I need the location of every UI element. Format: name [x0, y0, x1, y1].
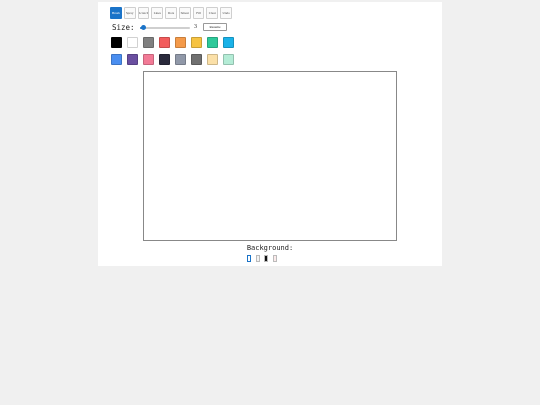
color-swatch[interactable] [191, 37, 202, 48]
background-options [247, 255, 287, 263]
color-swatch[interactable] [159, 54, 170, 65]
background-label: Background: [246, 244, 294, 252]
color-swatch[interactable] [223, 54, 234, 65]
tool-scratch-button[interactable]: Scratch [137, 7, 150, 19]
tool-dots-button[interactable]: Dots [165, 7, 177, 19]
color-swatch[interactable] [207, 54, 218, 65]
brush-size-row: Size: 3 Resume [110, 22, 232, 34]
size-value: 3 [194, 24, 197, 30]
background-option[interactable] [256, 255, 260, 262]
resume-button[interactable]: Resume [203, 23, 227, 31]
color-swatch[interactable] [223, 37, 234, 48]
size-slider-thumb[interactable] [140, 25, 146, 30]
size-slider[interactable] [140, 25, 190, 30]
tool-toolbar: Brush Spray Scratch Lines Dots Smear Fil… [110, 7, 233, 19]
drawing-canvas[interactable] [143, 71, 397, 241]
color-swatch[interactable] [191, 54, 202, 65]
color-palette-row-2 [111, 54, 234, 65]
tool-smear-button[interactable]: Smear [178, 7, 191, 19]
tool-fill-button[interactable]: Fill [192, 7, 205, 19]
background-option[interactable] [273, 255, 277, 262]
color-swatch[interactable] [207, 37, 218, 48]
color-swatch[interactable] [127, 54, 138, 65]
background-option[interactable] [264, 255, 268, 262]
color-swatch[interactable] [159, 37, 170, 48]
color-palette-row-1 [111, 37, 234, 48]
color-swatch[interactable] [111, 37, 122, 48]
tool-brush-button[interactable]: Brush [110, 7, 122, 19]
tool-spray-button[interactable]: Spray [123, 7, 136, 19]
tool-lines-button[interactable]: Lines [151, 7, 164, 19]
color-swatch[interactable] [111, 54, 122, 65]
tool-clear-button[interactable]: Clear [206, 7, 219, 19]
background-option[interactable] [247, 255, 251, 262]
size-slider-track [140, 27, 190, 29]
color-swatch[interactable] [175, 54, 186, 65]
size-label: Size: [112, 23, 135, 32]
color-swatch[interactable] [143, 37, 154, 48]
color-swatch[interactable] [127, 37, 138, 48]
tool-undo-button[interactable]: Undo [220, 7, 233, 19]
color-swatch[interactable] [175, 37, 186, 48]
color-swatch[interactable] [143, 54, 154, 65]
